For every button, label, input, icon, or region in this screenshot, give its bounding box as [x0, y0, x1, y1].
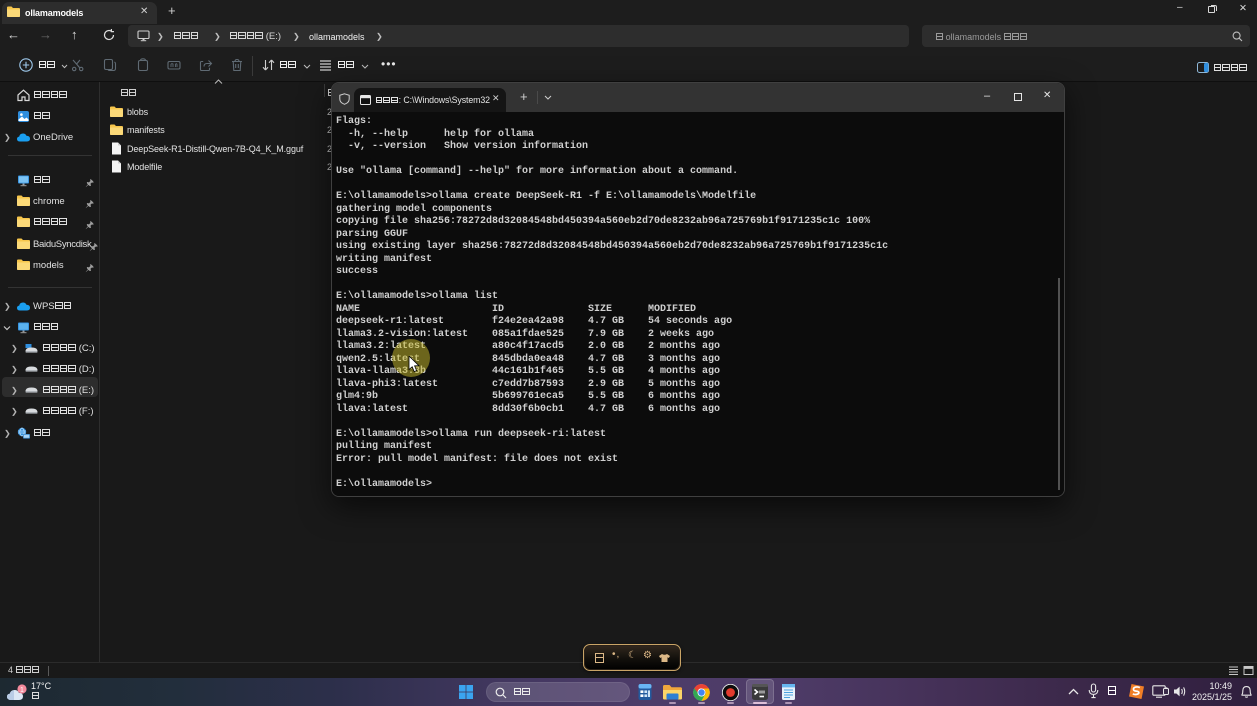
svg-text:1: 1 [20, 687, 24, 694]
